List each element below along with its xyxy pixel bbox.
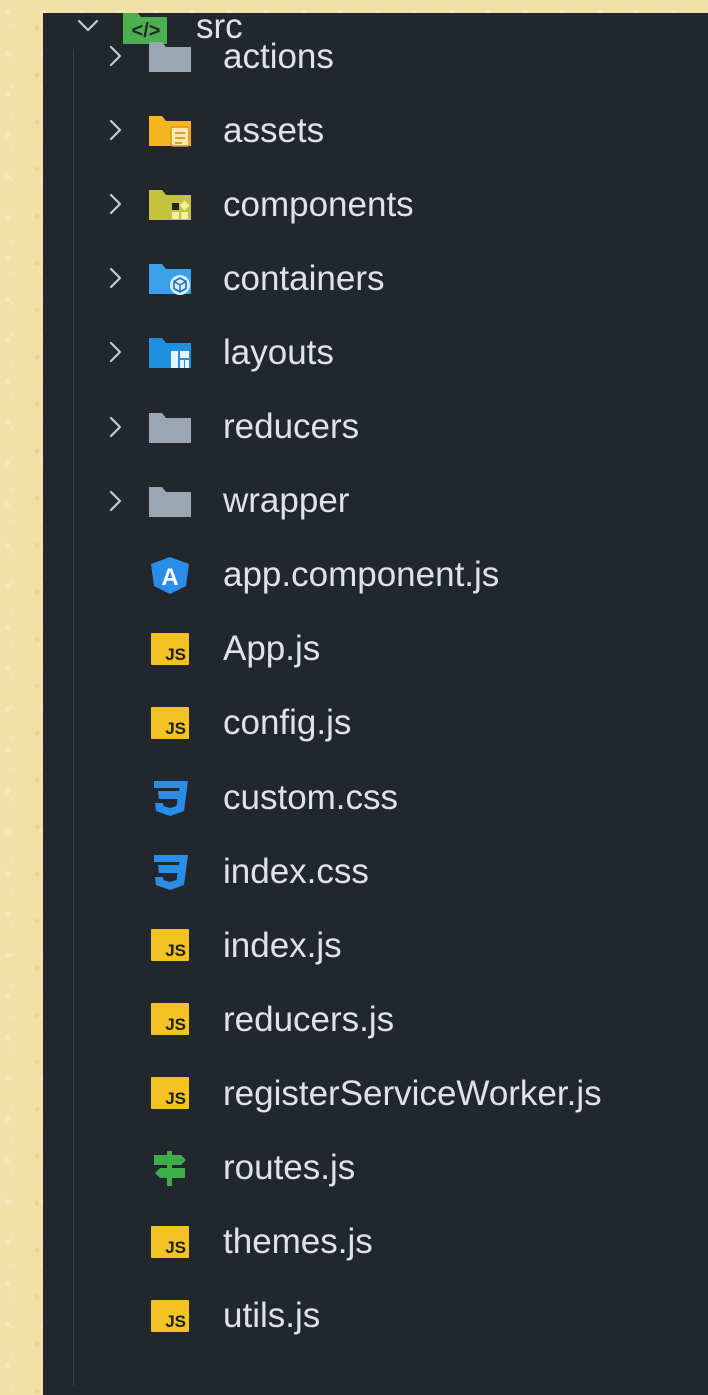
folder-label: assets bbox=[223, 110, 325, 150]
file-row-config-js[interactable]: JS config.js bbox=[43, 686, 708, 760]
file-label: app.component.js bbox=[223, 555, 500, 595]
javascript-icon: JS bbox=[146, 1073, 194, 1113]
file-row-custom-css[interactable]: custom.css bbox=[43, 760, 708, 834]
folder-icon bbox=[146, 481, 194, 521]
file-label: custom.css bbox=[223, 777, 399, 817]
folder-assets-icon bbox=[146, 110, 194, 150]
chevron-right-icon[interactable] bbox=[103, 489, 127, 513]
file-row-utils-js[interactable]: JS utils.js bbox=[43, 1279, 708, 1353]
file-explorer-panel: </> src actions assets components container… bbox=[43, 13, 708, 1395]
folder-label: components bbox=[223, 184, 414, 224]
file-row-reducers-js[interactable]: JS reducers.js bbox=[43, 982, 708, 1056]
angular-icon: A bbox=[146, 555, 194, 595]
file-label: index.css bbox=[223, 851, 369, 891]
folder-icon bbox=[146, 407, 194, 447]
file-row-routes-js[interactable]: routes.js bbox=[43, 1131, 708, 1205]
folder-row-containers[interactable]: containers bbox=[43, 241, 708, 315]
css3-icon bbox=[146, 777, 194, 817]
css3-icon bbox=[146, 851, 194, 891]
js-badge-text: JS bbox=[165, 644, 186, 664]
folder-label: actions bbox=[223, 36, 334, 76]
javascript-icon: JS bbox=[146, 925, 194, 965]
js-badge-text: JS bbox=[165, 941, 186, 961]
chevron-right-icon[interactable] bbox=[103, 118, 127, 142]
chevron-right-icon[interactable] bbox=[103, 340, 127, 364]
folder-row-actions[interactable]: actions bbox=[43, 19, 708, 93]
folder-row-reducers[interactable]: reducers bbox=[43, 390, 708, 464]
file-label: routes.js bbox=[223, 1148, 356, 1187]
js-badge-text: JS bbox=[165, 1089, 186, 1109]
javascript-icon: JS bbox=[146, 999, 194, 1039]
file-label: themes.js bbox=[223, 1222, 373, 1262]
folder-containers-icon bbox=[146, 258, 194, 298]
folder-row-wrapper[interactable]: wrapper bbox=[43, 464, 708, 538]
js-badge-text: JS bbox=[165, 1237, 186, 1257]
folder-label: wrapper bbox=[223, 481, 350, 521]
chevron-right-icon[interactable] bbox=[103, 192, 127, 216]
javascript-icon: JS bbox=[146, 1296, 194, 1336]
js-badge-text: JS bbox=[165, 1311, 186, 1331]
file-label: reducers.js bbox=[223, 999, 395, 1039]
file-row-themes-js[interactable]: JS themes.js bbox=[43, 1205, 708, 1279]
file-label: registerServiceWorker.js bbox=[223, 1073, 602, 1113]
folder-row-components[interactable]: components bbox=[43, 167, 708, 241]
file-row-app-js[interactable]: JS App.js bbox=[43, 612, 708, 686]
folder-label: layouts bbox=[223, 332, 334, 372]
folder-row-layouts[interactable]: layouts bbox=[43, 315, 708, 389]
file-row-app-component-js[interactable]: Aapp.component.js bbox=[43, 538, 708, 612]
js-badge-text: JS bbox=[165, 1015, 186, 1035]
folder-label: containers bbox=[223, 258, 385, 298]
javascript-icon: JS bbox=[146, 629, 194, 669]
file-row-registerserviceworker-js[interactable]: JS registerServiceWorker.js bbox=[43, 1056, 708, 1130]
file-label: App.js bbox=[223, 629, 321, 669]
folder-icon bbox=[146, 36, 194, 76]
javascript-icon: JS bbox=[146, 1222, 194, 1262]
folder-label: reducers bbox=[223, 407, 360, 446]
js-badge-text: JS bbox=[165, 718, 186, 738]
folder-row-assets[interactable]: assets bbox=[43, 93, 708, 167]
chevron-right-icon[interactable] bbox=[103, 415, 127, 439]
file-label: utils.js bbox=[223, 1296, 321, 1336]
folder-layouts-icon bbox=[146, 332, 194, 372]
chevron-right-icon[interactable] bbox=[103, 266, 127, 290]
file-row-index-css[interactable]: index.css bbox=[43, 834, 708, 908]
file-label: config.js bbox=[223, 703, 352, 743]
file-row-index-js[interactable]: JS index.js bbox=[43, 908, 708, 982]
file-label: index.js bbox=[223, 925, 342, 965]
angular-glyph: A bbox=[161, 564, 178, 591]
chevron-right-icon[interactable] bbox=[103, 44, 127, 68]
routes-signpost-icon bbox=[146, 1148, 194, 1188]
folder-components-icon bbox=[146, 184, 194, 224]
javascript-icon: JS bbox=[146, 703, 194, 743]
